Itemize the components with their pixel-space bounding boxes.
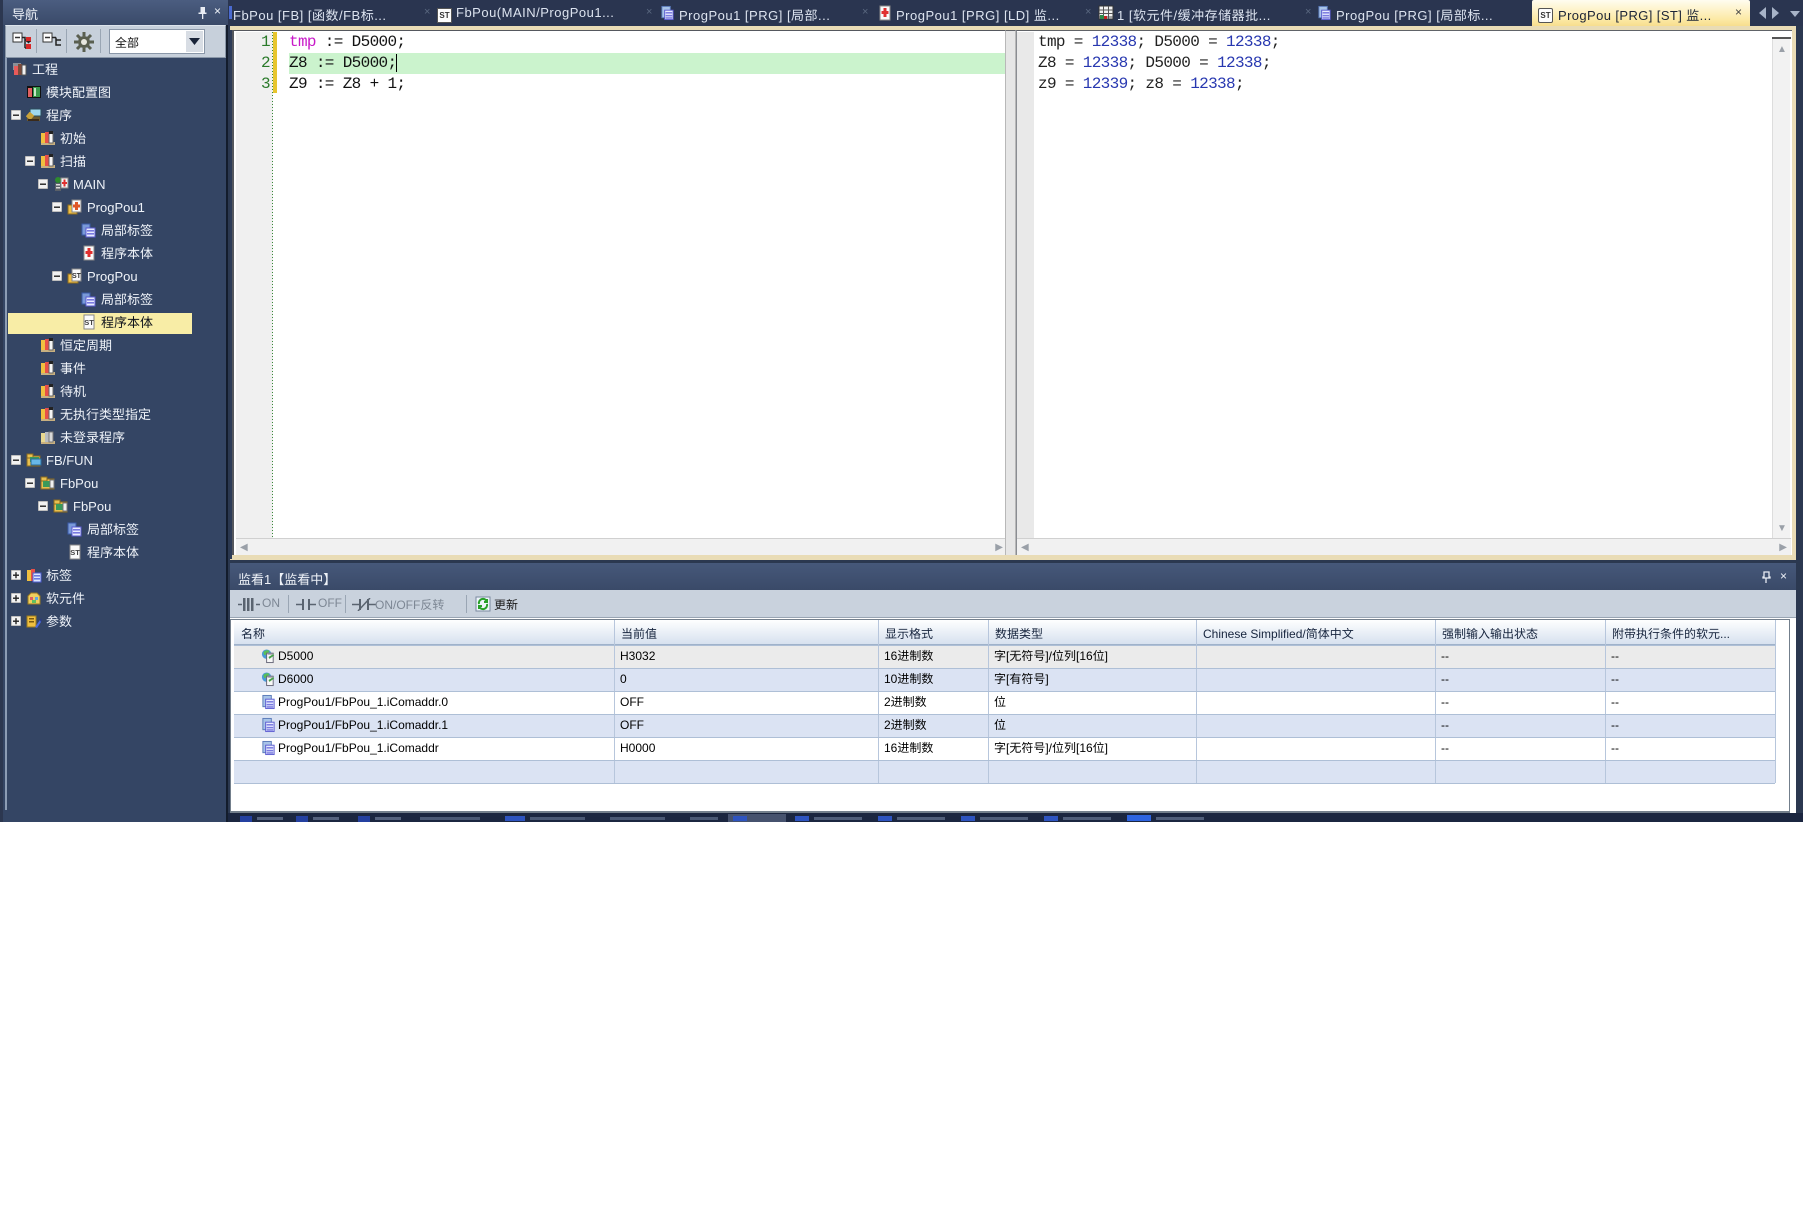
- svg-text:ST: ST: [70, 548, 80, 557]
- svg-text:ST: ST: [84, 318, 94, 327]
- svg-text:ST: ST: [72, 273, 82, 280]
